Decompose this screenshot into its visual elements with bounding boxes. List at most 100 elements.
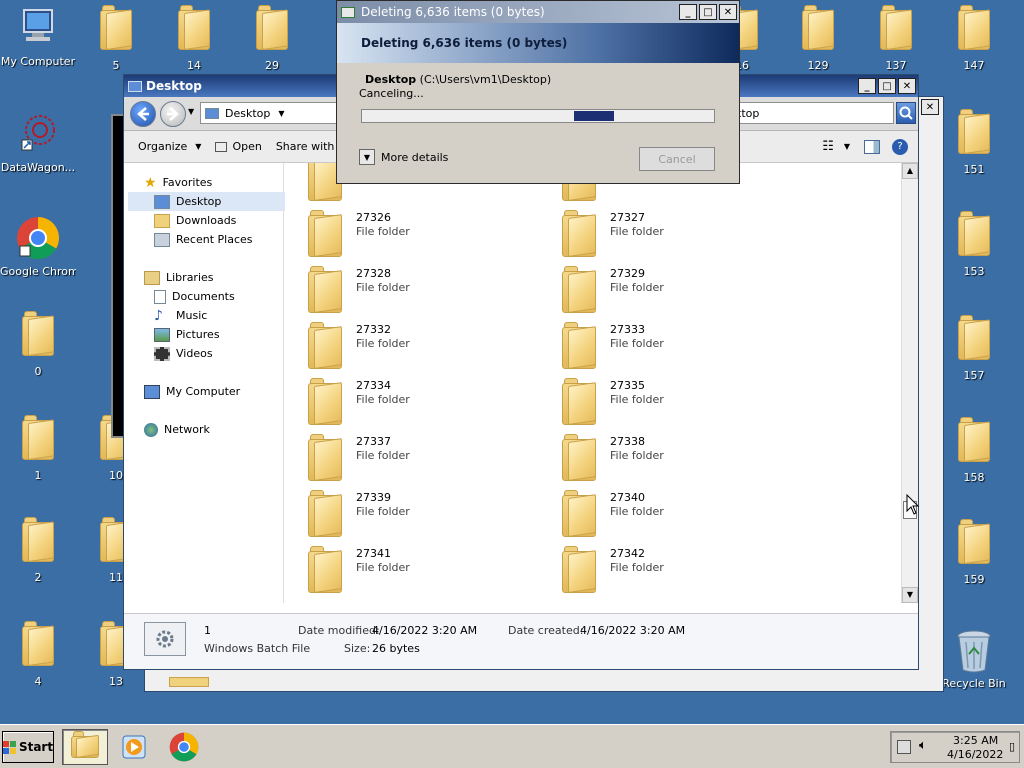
nav-network[interactable]: Network <box>144 420 301 439</box>
file-folder-item[interactable]: 27342 File folder <box>540 543 790 593</box>
taskbar-explorer-button[interactable] <box>62 729 108 765</box>
search-button[interactable] <box>896 102 916 124</box>
share-with-menu[interactable]: Share with <box>276 140 335 153</box>
start-button[interactable]: Start <box>2 731 54 763</box>
source-name: Desktop <box>365 73 417 86</box>
forward-button[interactable] <box>160 101 186 127</box>
arrow-left-icon <box>137 107 149 121</box>
chevron-down-icon[interactable]: ▼ <box>278 109 284 118</box>
desktop-folder[interactable]: 4 <box>0 621 76 688</box>
desktop-icon-datawagon[interactable]: DataWagon... <box>0 112 76 174</box>
desktop-folder[interactable]: 5 <box>78 5 154 72</box>
folder-icon <box>958 5 990 50</box>
minimize-button[interactable]: _ <box>858 78 876 94</box>
folder-icon <box>308 490 342 537</box>
desktop-folder[interactable]: 29 <box>234 5 310 72</box>
desktop-folder[interactable]: 147 <box>936 5 1012 72</box>
desktop-icon-chrome[interactable]: Google Chrome <box>0 216 76 278</box>
desktop-icon-label: 29 <box>265 59 279 72</box>
back-button[interactable] <box>130 101 156 127</box>
vertical-scrollbar[interactable]: ▲ ▼ <box>901 163 918 603</box>
folder-type: File folder <box>356 561 410 574</box>
nav-favorites[interactable]: ★ Favorites <box>144 173 301 192</box>
chevron-down-icon: ▼ <box>195 142 202 151</box>
volume-icon[interactable]: 🔈︎ <box>919 738 927 753</box>
address-bar[interactable]: Desktop ▼ <box>200 102 340 124</box>
folder-name: 27329 <box>610 267 645 280</box>
file-folder-item[interactable]: 27326 File folder <box>286 207 536 257</box>
preview-pane-button[interactable] <box>864 139 880 154</box>
file-folder-item[interactable]: 27340 File folder <box>540 487 790 537</box>
file-folder-item[interactable]: 27327 File folder <box>540 207 790 257</box>
show-desktop-icon[interactable]: ▯ <box>1009 740 1015 753</box>
desktop-folder[interactable]: 151 <box>936 109 1012 176</box>
nav-desktop[interactable]: Desktop <box>128 192 285 211</box>
taskbar-chrome-button[interactable] <box>166 731 202 763</box>
change-view-button[interactable]: ☷ <box>822 139 834 154</box>
desktop-folder[interactable]: 129 <box>780 5 856 72</box>
taskbar-media-player-button[interactable] <box>116 731 152 763</box>
file-folder-item[interactable]: 27335 File folder <box>540 375 790 425</box>
recent-pages-dropdown[interactable]: ▼ <box>188 107 194 116</box>
close-button[interactable]: ✕ <box>898 78 916 94</box>
desktop-folder[interactable]: 1 <box>0 415 76 482</box>
desktop-icon-recycle-bin[interactable]: Recycle Bin <box>936 628 1012 690</box>
file-list[interactable]: 27323File folder27324File folder27326Fil… <box>286 163 902 603</box>
desktop-icon-label: 147 <box>963 59 985 72</box>
nav-libraries[interactable]: Libraries <box>144 268 301 287</box>
file-folder-item[interactable]: 27337 File folder <box>286 431 536 481</box>
desktop-small-icon <box>128 80 142 92</box>
file-folder-item[interactable]: 27334 File folder <box>286 375 536 425</box>
desktop-folder[interactable]: 0 <box>0 311 76 378</box>
chevron-down-icon: ▼ <box>359 149 375 165</box>
close-icon[interactable]: ✕ <box>921 99 939 115</box>
network-status-icon[interactable] <box>897 740 911 754</box>
desktop-folder[interactable]: 14 <box>156 5 232 72</box>
folder-icon <box>22 311 54 356</box>
nav-my-computer[interactable]: My Computer <box>144 382 301 401</box>
file-folder-item[interactable]: 27333 File folder <box>540 319 790 369</box>
desktop-icon-label: 151 <box>963 163 985 176</box>
scroll-up-button[interactable]: ▲ <box>902 163 918 179</box>
desktop-folder[interactable]: 158 <box>936 417 1012 484</box>
clock-time[interactable]: 3:25 AM <box>953 734 998 747</box>
cancel-button[interactable]: Cancel <box>639 147 715 171</box>
clock-date[interactable]: 4/16/2022 <box>947 748 1003 761</box>
maximize-button[interactable]: □ <box>878 78 896 94</box>
dialog-title-bar[interactable]: Deleting 6,636 items (0 bytes) _ □ ✕ <box>337 1 739 23</box>
folder-type: File folder <box>610 393 664 406</box>
delete-progress-dialog[interactable]: Deleting 6,636 items (0 bytes) _ □ ✕ Del… <box>336 0 740 184</box>
desktop-folder[interactable]: 157 <box>936 315 1012 382</box>
help-icon[interactable]: ? <box>892 138 908 155</box>
scroll-down-button[interactable]: ▼ <box>902 587 918 603</box>
open-button[interactable]: Open <box>215 140 262 153</box>
share-label: Share with <box>275 140 335 153</box>
folder-icon <box>562 210 596 257</box>
size-label: Size: <box>344 642 371 655</box>
desktop-folder[interactable]: 153 <box>936 211 1012 278</box>
file-folder-item[interactable]: 27339 File folder <box>286 487 536 537</box>
close-button[interactable]: ✕ <box>719 4 737 20</box>
folder-type: File folder <box>356 449 410 462</box>
file-folder-item[interactable]: 27338 File folder <box>540 431 790 481</box>
search-box[interactable]: ktop <box>732 102 894 124</box>
file-folder-item[interactable]: 27328 File folder <box>286 263 536 313</box>
file-folder-item[interactable]: 27329 File folder <box>540 263 790 313</box>
organize-menu[interactable]: Organize ▼ <box>138 140 201 153</box>
dialog-heading: Deleting 6,636 items (0 bytes) <box>337 23 739 63</box>
desktop-folder[interactable]: 137 <box>858 5 934 72</box>
maximize-button[interactable]: □ <box>699 4 717 20</box>
videos-icon <box>154 346 170 361</box>
arrow-right-icon <box>167 107 179 121</box>
desktop-icon-my-computer[interactable]: My Computer <box>0 6 76 68</box>
desktop-folder[interactable]: 2 <box>0 517 76 584</box>
minimize-button[interactable]: _ <box>679 4 697 20</box>
chevron-down-icon[interactable]: ▼ <box>844 142 850 151</box>
desktop-folder[interactable]: 159 <box>936 519 1012 586</box>
file-folder-item[interactable]: 27341 File folder <box>286 543 536 593</box>
folder-icon <box>169 677 209 687</box>
nav-label: Recent Places <box>176 233 253 246</box>
file-folder-item[interactable]: 27332 File folder <box>286 319 536 369</box>
media-player-icon <box>122 735 146 759</box>
more-details-toggle[interactable]: ▼ More details <box>359 149 448 165</box>
